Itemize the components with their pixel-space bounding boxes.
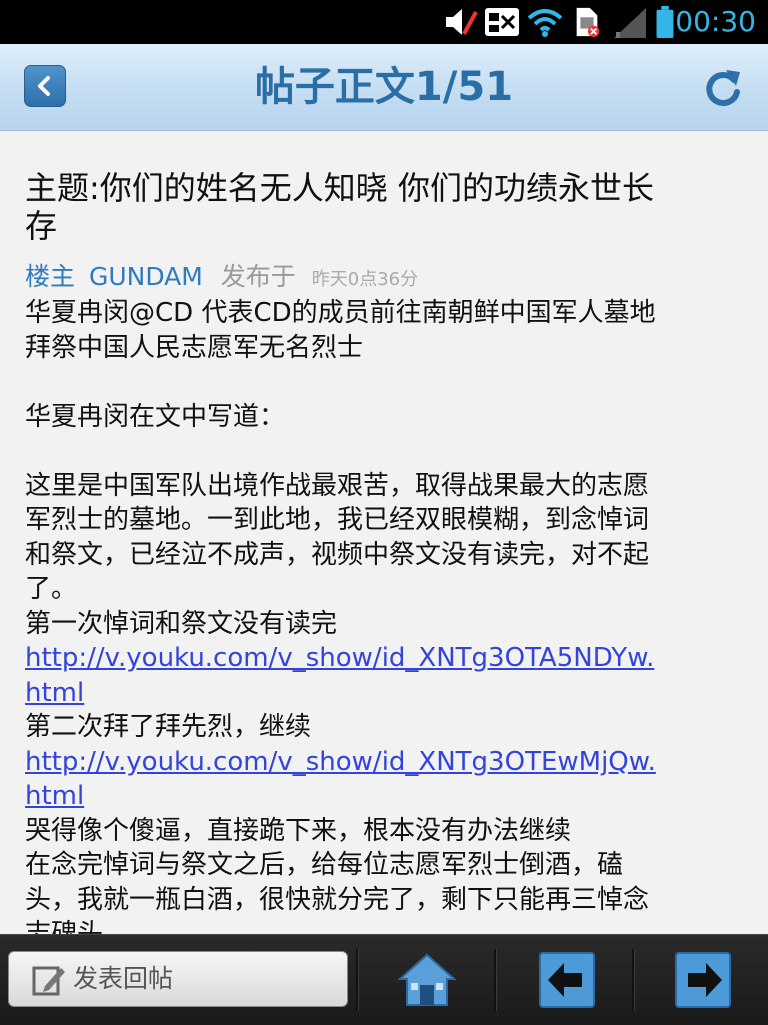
post-line: 军烈士的墓地。一到此地，我已经双眼模糊，到念悼词	[25, 505, 650, 535]
post-link[interactable]: html	[25, 781, 84, 811]
clock: 00:30	[675, 5, 756, 38]
post-line: 华夏冉闵@CD 代表CD的成员前往南朝鲜中国军人墓地	[25, 298, 656, 328]
post-line: 在念完悼词与祭文之后，给每位志愿军烈士倒酒，磕	[25, 850, 624, 880]
gallery-icon	[485, 8, 519, 36]
prev-arrow-icon[interactable]	[536, 949, 598, 1011]
edit-icon	[32, 966, 65, 996]
toolbar-divider	[494, 949, 497, 1011]
page-title: 帖子正文1/51	[254, 64, 514, 110]
sim-icon	[576, 7, 600, 38]
post-line: 头，我就一瓶白酒，很快就分完了，剩下只能再三悼念	[25, 884, 650, 915]
author-name[interactable]: GUNDAM	[89, 262, 203, 291]
floor-label: 楼主	[25, 262, 76, 291]
post-line: http://v.youku.com/v_show/id_XNTg3OTEwMj…	[25, 745, 745, 780]
post-line: 第一次悼词和祭文没有读完	[25, 608, 338, 639]
post-line: html	[25, 779, 745, 814]
status-bar: 00:30	[0, 0, 768, 44]
post-line: 这里是中国军队出境作战最艰苦，取得战果最大的志愿	[25, 470, 650, 501]
post-meta: 楼主 GUNDAM 发布于 昨天0点36分	[25, 261, 418, 293]
post-link[interactable]: html	[25, 678, 84, 708]
post-line: 华夏冉闵在文中写道：	[25, 401, 286, 432]
post-body: 华夏冉闵@CD 代表CD的成员前往南朝鲜中国军人墓地 拜祭中国人民志愿军无名烈士华…	[25, 296, 745, 952]
title-bar: 帖子正文1/51	[0, 44, 768, 131]
reply-button[interactable]: 发表回帖	[8, 951, 348, 1007]
subject-line: 主题:你们的姓名无人知晓 你们的功绩永世长	[25, 169, 654, 207]
bottom-toolbar: 发表回帖	[0, 934, 768, 1025]
post-line: 第二次拜了拜先烈，继续	[25, 712, 312, 742]
toolbar-divider	[356, 949, 359, 1011]
signal-icon	[614, 8, 646, 38]
post-line: http://v.youku.com/v_show/id_XNTg3OTA5ND…	[25, 641, 745, 676]
toolbar-divider	[632, 949, 635, 1011]
post-link[interactable]: http://v.youku.com/v_show/id_XNTg3OTA5ND…	[25, 643, 654, 673]
post-subject: 主题:你们的姓名无人知晓 你们的功绩永世长 存	[25, 169, 745, 245]
post-line: 拜祭中国人民志愿军无名烈士	[25, 332, 364, 363]
published-label: 发布于	[220, 262, 296, 291]
next-arrow-icon[interactable]	[672, 949, 734, 1011]
reply-label: 发表回帖	[73, 964, 174, 993]
post-line: 了。	[25, 574, 78, 604]
post-line: 哭得像个傻逼，直接跪下来，根本没有办法继续	[25, 815, 572, 846]
post-line: html	[25, 676, 745, 711]
battery-icon	[656, 6, 674, 38]
post-line: 和祭文，已经泣不成声，视频中祭文没有读完，对不起	[25, 539, 650, 570]
refresh-icon[interactable]	[700, 64, 746, 110]
mute-icon	[446, 9, 478, 35]
subject-line: 存	[25, 207, 58, 245]
home-icon[interactable]	[396, 949, 458, 1011]
post-time: 昨天0点36分	[311, 269, 419, 290]
wifi-icon	[527, 9, 563, 37]
post-link[interactable]: http://v.youku.com/v_show/id_XNTg3OTEwMj…	[25, 747, 656, 777]
